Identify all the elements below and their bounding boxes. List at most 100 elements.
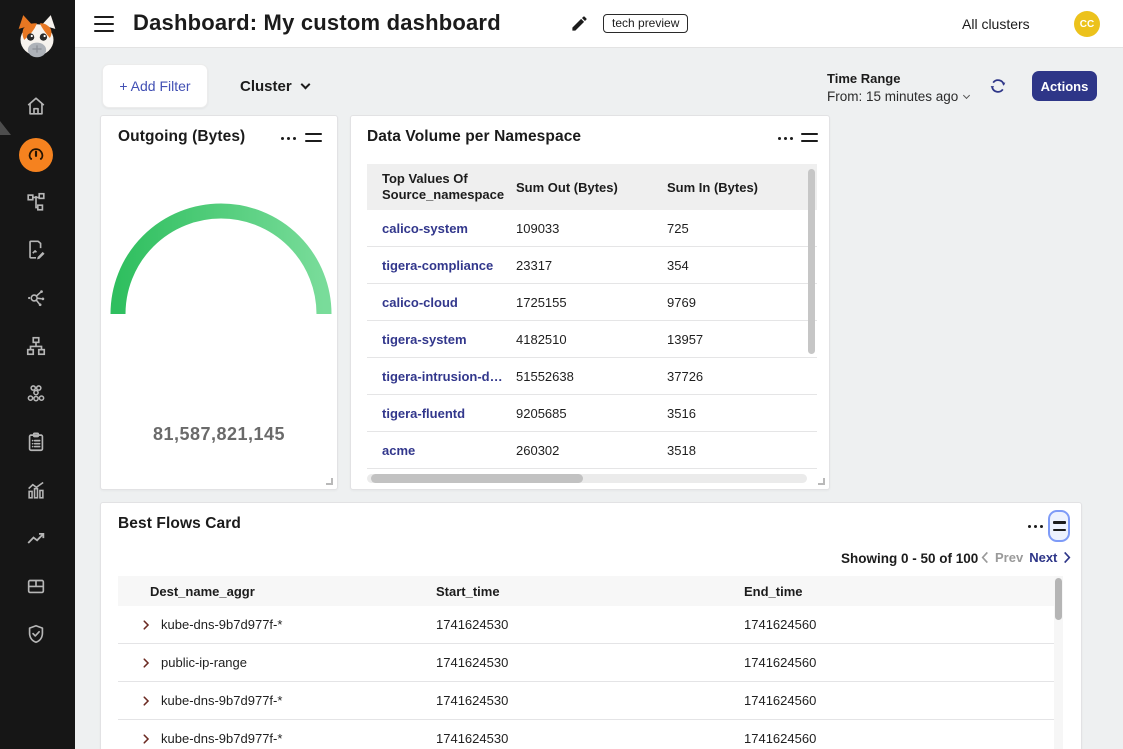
vertical-scrollbar[interactable] <box>808 169 815 354</box>
statistics-icon[interactable] <box>25 479 47 501</box>
namespace-link[interactable]: calico-cloud <box>367 295 516 310</box>
sum-in-value: 354 <box>667 258 817 273</box>
card-drag-handle-icon[interactable] <box>801 133 818 147</box>
flow-visualizations-icon[interactable] <box>25 287 47 309</box>
table-row: kube-dns-9b7d977f-* 1741624530 174162456… <box>118 720 1054 749</box>
end-time: 1741624560 <box>744 731 1054 746</box>
expand-row-icon[interactable] <box>139 694 153 708</box>
time-range-value-dropdown[interactable]: From: 15 minutes ago <box>827 89 969 104</box>
security-icon[interactable] <box>25 623 47 645</box>
gauge-arc <box>110 202 332 327</box>
trends-icon[interactable] <box>25 527 47 549</box>
chevron-down-icon <box>963 92 970 99</box>
card-resize-handle[interactable] <box>818 478 825 485</box>
time-range-value: From: 15 minutes ago <box>827 89 958 104</box>
sum-in-value: 37726 <box>667 369 817 384</box>
card-drag-handle-icon-focused[interactable] <box>1048 510 1070 542</box>
table-header-row: Top Values Of Source_namespace Sum Out (… <box>367 164 817 210</box>
card-menu-icon[interactable] <box>1025 522 1046 531</box>
namespace-link[interactable]: tigera-fluentd <box>367 406 516 421</box>
chevron-down-icon <box>300 80 310 90</box>
time-range-label: Time Range <box>827 71 900 86</box>
vertical-scrollbar-thumb[interactable] <box>1055 578 1062 620</box>
card-drag-handle-icon[interactable] <box>305 133 322 147</box>
cluster-dropdown[interactable]: Cluster <box>240 76 309 96</box>
table-header-row: Dest_name_aggr Start_time End_time <box>118 576 1054 606</box>
table-row: kube-dns-9b7d977f-* 1741624530 174162456… <box>118 682 1054 720</box>
card-resize-handle[interactable] <box>326 478 333 485</box>
actions-button[interactable]: Actions <box>1032 71 1097 101</box>
start-time: 1741624530 <box>436 731 744 746</box>
menu-hamburger-icon[interactable] <box>94 16 114 32</box>
policies-icon[interactable] <box>25 239 47 261</box>
chevron-right-icon[interactable] <box>1063 551 1071 564</box>
best-flows-card: Best Flows Card Showing 0 - 50 of 100 Pr… <box>100 502 1082 749</box>
end-time: 1741624560 <box>744 617 1054 632</box>
namespace-link[interactable]: acme <box>367 443 516 458</box>
pagination-controls: Prev Next <box>981 550 1071 565</box>
column-header: Sum Out (Bytes) <box>516 180 667 195</box>
sum-in-value: 725 <box>667 221 817 236</box>
outgoing-bytes-card: Outgoing (Bytes) 81,587,821,145 <box>100 115 338 490</box>
column-header: Dest_name_aggr <box>118 584 436 599</box>
horizontal-scrollbar-track[interactable] <box>367 474 807 483</box>
refresh-icon[interactable] <box>988 76 1008 96</box>
sum-in-value: 9769 <box>667 295 817 310</box>
card-menu-icon[interactable] <box>278 134 299 143</box>
end-time: 1741624560 <box>744 655 1054 670</box>
dest-name: kube-dns-9b7d977f-* <box>161 731 282 746</box>
table-row: tigera-system 4182510 13957 <box>367 321 817 358</box>
dashboards-icon-active[interactable] <box>19 138 53 172</box>
card-menu-icon[interactable] <box>775 134 796 143</box>
workloads-icon[interactable] <box>25 575 47 597</box>
sum-in-value: 3518 <box>667 443 817 458</box>
expand-row-icon[interactable] <box>139 618 153 632</box>
tech-preview-badge: tech preview <box>603 14 688 33</box>
table-row: acme 260302 3518 <box>367 432 817 469</box>
dashboard-page: Dashboard: My custom dashboard tech prev… <box>0 0 1123 749</box>
page-title: Dashboard: My custom dashboard <box>133 10 501 36</box>
endpoints-icon[interactable] <box>25 383 47 405</box>
compliance-reports-icon[interactable] <box>25 431 47 453</box>
dest-name: kube-dns-9b7d977f-* <box>161 617 282 632</box>
sum-out-value: 260302 <box>516 443 667 458</box>
namespace-link[interactable]: tigera-intrusion-d… <box>367 369 516 384</box>
service-graph-icon[interactable] <box>25 191 47 213</box>
sum-out-value: 1725155 <box>516 295 667 310</box>
sum-out-value: 23317 <box>516 258 667 273</box>
network-topology-icon[interactable] <box>25 335 47 357</box>
sum-out-value: 4182510 <box>516 332 667 347</box>
add-filter-button[interactable]: + Add Filter <box>102 64 208 108</box>
table-row: calico-system 109033 725 <box>367 210 817 247</box>
expand-row-icon[interactable] <box>139 732 153 746</box>
table-row: public-ip-range 1741624530 1741624560 <box>118 644 1054 682</box>
sum-in-value: 13957 <box>667 332 817 347</box>
sum-out-value: 51552638 <box>516 369 667 384</box>
all-clusters-selector[interactable]: All clusters <box>962 16 1030 32</box>
column-header: Sum In (Bytes) <box>667 180 817 195</box>
chevron-left-icon[interactable] <box>981 551 989 564</box>
user-avatar[interactable]: CC <box>1074 11 1100 37</box>
column-header: Start_time <box>436 584 744 599</box>
gauge-value: 81,587,821,145 <box>101 424 337 445</box>
dest-name: public-ip-range <box>161 655 247 670</box>
sum-out-value: 9205685 <box>516 406 667 421</box>
column-header: Top Values Of Source_namespace <box>367 171 516 202</box>
next-button[interactable]: Next <box>1029 550 1057 565</box>
prev-button[interactable]: Prev <box>995 550 1023 565</box>
horizontal-scrollbar-thumb[interactable] <box>371 474 583 483</box>
card-title: Best Flows Card <box>118 515 241 533</box>
namespace-link[interactable]: tigera-compliance <box>367 258 516 273</box>
dest-name: kube-dns-9b7d977f-* <box>161 693 282 708</box>
table-row: tigera-compliance 23317 354 <box>367 247 817 284</box>
namespace-link[interactable]: tigera-system <box>367 332 516 347</box>
namespace-link[interactable]: calico-system <box>367 221 516 236</box>
home-icon[interactable] <box>25 95 47 117</box>
card-title: Outgoing (Bytes) <box>118 128 245 146</box>
expand-row-icon[interactable] <box>139 656 153 670</box>
start-time: 1741624530 <box>436 617 744 632</box>
cluster-dropdown-label: Cluster <box>240 78 292 95</box>
column-header: End_time <box>744 584 1054 599</box>
sum-out-value: 109033 <box>516 221 667 236</box>
edit-dashboard-icon[interactable] <box>570 14 589 33</box>
